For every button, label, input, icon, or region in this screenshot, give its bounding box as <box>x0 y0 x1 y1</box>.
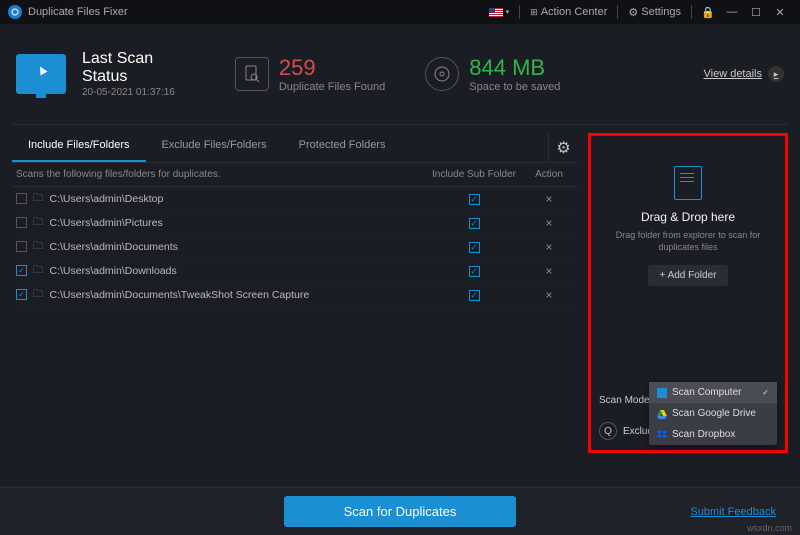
gear-icon: ⚙ <box>628 6 638 19</box>
option-scan-computer[interactable]: Scan Computer ✓ <box>649 382 777 403</box>
row-checkbox[interactable] <box>16 217 27 228</box>
app-title: Duplicate Files Fixer <box>28 6 128 18</box>
space-label: Space to be saved <box>469 81 560 93</box>
arrow-right-icon: ▸ <box>768 66 784 82</box>
space-value: 844 MB <box>469 55 560 81</box>
row-path: C:\Users\admin\Pictures <box>50 217 425 229</box>
table-row: 🗀 C:\Users\admin\Desktop ✓ × <box>12 187 578 211</box>
status-timestamp: 20-05-2021 01:37:16 <box>82 87 175 98</box>
option-scan-dropbox[interactable]: Scan Dropbox <box>649 424 777 445</box>
tab-protected[interactable]: Protected Folders <box>283 133 402 162</box>
folder-rows: 🗀 C:\Users\admin\Desktop ✓ × 🗀 C:\Users\admin… <box>12 187 578 307</box>
folder-icon: 🗀 <box>33 262 44 280</box>
row-path: C:\Users\admin\Downloads <box>50 265 425 277</box>
maximize-button[interactable]: ☐ <box>744 6 768 19</box>
document-icon <box>674 166 702 200</box>
summary-panel: Last Scan Status 20-05-2021 01:37:16 259… <box>0 24 800 124</box>
option-label: Scan Dropbox <box>672 429 735 440</box>
row-remove-button[interactable]: × <box>524 192 574 206</box>
stat-duplicates: 259 Duplicate Files Found <box>235 55 385 93</box>
row-path: C:\Users\admin\Documents\TweakShot Scree… <box>50 289 425 301</box>
row-checkbox[interactable] <box>16 193 27 204</box>
tab-settings-button[interactable]: ⚙ <box>548 133 578 162</box>
row-remove-button[interactable]: × <box>524 264 574 278</box>
include-sub-checkbox[interactable]: ✓ <box>469 218 480 229</box>
settings-label: Settings <box>641 6 681 18</box>
option-scan-gdrive[interactable]: Scan Google Drive <box>649 403 777 424</box>
header-sub: Include Sub Folder <box>424 169 524 180</box>
folder-icon: 🗀 <box>33 238 44 256</box>
folder-icon: 🗀 <box>33 190 44 208</box>
titlebar: Duplicate Files Fixer ▾ ⊞ Action Center … <box>0 0 800 24</box>
header-action: Action <box>524 169 574 180</box>
scan-mode-options: Scan Computer ✓ Scan Google Drive Scan D… <box>649 382 777 445</box>
include-sub-checkbox[interactable]: ✓ <box>469 242 480 253</box>
language-flag[interactable]: ▾ <box>489 8 510 17</box>
bottom-bar: Scan for Duplicates Submit Feedback <box>0 487 800 535</box>
submit-feedback-link[interactable]: Submit Feedback <box>690 506 776 518</box>
row-remove-button[interactable]: × <box>524 240 574 254</box>
status-title-2: Status <box>82 68 175 86</box>
table-row: ✓ 🗀 C:\Users\admin\Downloads ✓ × <box>12 259 578 283</box>
folder-icon: 🗀 <box>33 214 44 232</box>
view-details-link[interactable]: View details ▸ <box>704 66 785 82</box>
action-center-button[interactable]: ⊞ Action Center <box>530 6 607 18</box>
folder-icon: 🗀 <box>33 286 44 304</box>
table-row: 🗀 C:\Users\admin\Pictures ✓ × <box>12 211 578 235</box>
include-sub-checkbox[interactable]: ✓ <box>469 266 480 277</box>
magnifier-minus-icon: Q <box>599 422 617 440</box>
scan-mode-label: Scan Mode <box>599 395 650 406</box>
drop-area[interactable]: Drag & Drop here Drag folder from explor… <box>597 142 779 296</box>
row-checkbox[interactable] <box>16 241 27 252</box>
stat-space: 844 MB Space to be saved <box>425 55 560 93</box>
row-checkbox[interactable]: ✓ <box>16 265 27 276</box>
row-path: C:\Users\admin\Documents <box>50 241 425 253</box>
include-sub-checkbox[interactable]: ✓ <box>469 194 480 205</box>
right-panel: Drag & Drop here Drag folder from explor… <box>588 133 788 453</box>
last-scan-status: Last Scan Status 20-05-2021 01:37:16 <box>82 50 175 98</box>
folder-list-panel: Include Files/Folders Exclude Files/Fold… <box>12 133 578 453</box>
option-label: Scan Google Drive <box>672 408 756 419</box>
view-details-label: View details <box>704 68 763 80</box>
action-center-label: Action Center <box>541 6 608 18</box>
tab-include[interactable]: Include Files/Folders <box>12 133 146 162</box>
row-checkbox[interactable]: ✓ <box>16 289 27 300</box>
drop-subtitle: Drag folder from explorer to scan for du… <box>605 230 771 253</box>
row-remove-button[interactable]: × <box>524 288 574 302</box>
gdrive-icon <box>657 409 667 419</box>
dropbox-icon <box>657 430 667 440</box>
lock-icon[interactable]: 🔒 <box>696 6 720 19</box>
scan-button[interactable]: Scan for Duplicates <box>284 496 517 527</box>
minimize-button[interactable]: — <box>720 6 744 18</box>
row-remove-button[interactable]: × <box>524 216 574 230</box>
header-description: Scans the following files/folders for du… <box>16 169 424 180</box>
duplicate-label: Duplicate Files Found <box>279 81 385 93</box>
table-row: 🗀 C:\Users\admin\Documents ✓ × <box>12 235 578 259</box>
drop-title: Drag & Drop here <box>605 210 771 224</box>
app-icon <box>8 5 22 19</box>
tab-exclude[interactable]: Exclude Files/Folders <box>146 133 283 162</box>
gear-icon: ⚙ <box>556 138 570 158</box>
monitor-mini-icon <box>657 388 667 398</box>
table-row: ✓ 🗀 C:\Users\admin\Documents\TweakShot Scr… <box>12 283 578 307</box>
disk-icon <box>425 57 459 91</box>
option-label: Scan Computer <box>672 387 741 398</box>
duplicate-count: 259 <box>279 55 385 81</box>
watermark: wsxdn.com <box>747 523 792 533</box>
settings-button[interactable]: ⚙ Settings <box>628 6 681 19</box>
status-title-1: Last Scan <box>82 50 175 68</box>
row-path: C:\Users\admin\Desktop <box>50 193 425 205</box>
tab-bar: Include Files/Folders Exclude Files/Fold… <box>12 133 578 163</box>
include-sub-checkbox[interactable]: ✓ <box>469 290 480 301</box>
table-header: Scans the following files/folders for du… <box>12 163 578 187</box>
add-folder-button[interactable]: + Add Folder <box>648 265 729 286</box>
monitor-icon <box>16 54 66 94</box>
file-search-icon <box>235 57 269 91</box>
close-button[interactable]: ✕ <box>768 6 792 19</box>
